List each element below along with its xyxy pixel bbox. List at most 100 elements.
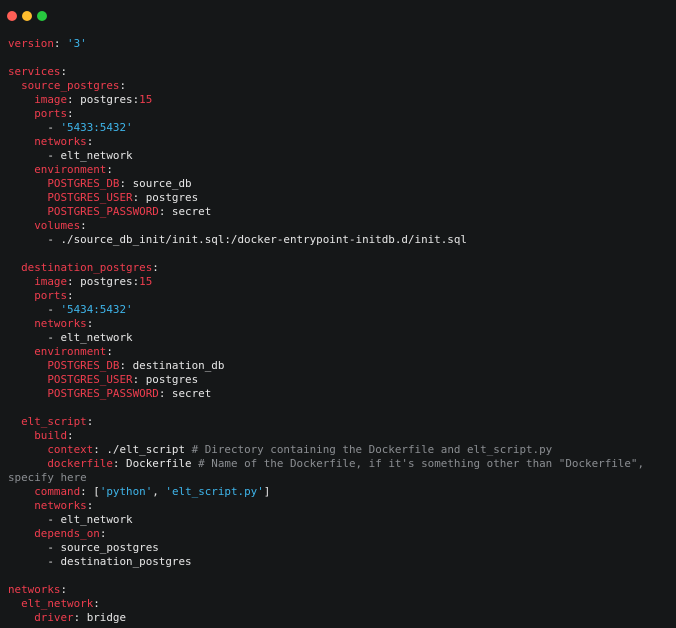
code-token: : postgres [132, 373, 199, 386]
code-token: depends_on [34, 527, 100, 540]
code-token: POSTGRES_PASSWORD [47, 387, 159, 400]
code-token: - ./source_db_init/init.sql:/docker-entr… [8, 233, 467, 246]
code-token: 15 [139, 93, 153, 106]
code-token: POSTGRES_PASSWORD [47, 205, 159, 218]
code-token: - source_postgres [8, 541, 159, 554]
code-token: : destination_db [119, 359, 225, 372]
code-token: : [80, 219, 87, 232]
code-token: : ./elt_script [93, 443, 192, 456]
code-line: environment: [8, 163, 644, 177]
code-line: destination_postgres: [8, 261, 644, 275]
code-token: # Name of the Dockerfile, if it's someth… [198, 457, 645, 470]
code-token: - elt_network [8, 331, 133, 344]
code-token: : [93, 597, 100, 610]
code-line: POSTGRES_DB: source_db [8, 177, 644, 191]
code-line: driver: bridge [8, 611, 644, 625]
code-token: : [67, 429, 74, 442]
code-token: - elt_network [8, 149, 133, 162]
code-token: networks [8, 583, 61, 596]
code-token: environment [34, 163, 107, 176]
close-window-dot-icon[interactable] [7, 11, 17, 21]
code-token: 'python' [99, 485, 153, 498]
code-token: specify here [8, 471, 87, 484]
code-token: : [60, 583, 68, 596]
code-token: : [ [80, 485, 100, 498]
code-line: networks: [8, 583, 644, 597]
code-line: networks: [8, 499, 644, 513]
code-token: : source_db [119, 177, 192, 190]
code-token: dockerfile [47, 457, 113, 470]
code-line: networks: [8, 317, 644, 331]
code-token: environment [34, 345, 107, 358]
code-token: '3' [67, 37, 87, 50]
window-titlebar [0, 0, 676, 30]
code-token: : [67, 289, 74, 302]
code-token: destination_postgres [21, 261, 153, 274]
code-token: 'elt_script.py' [165, 485, 264, 498]
code-token: - [8, 303, 61, 316]
code-line: ports: [8, 289, 644, 303]
code-token: '5434:5432' [60, 303, 133, 316]
code-token: : [119, 79, 127, 92]
code-line: elt_script: [8, 415, 644, 429]
code-token: services [8, 65, 61, 78]
code-token: - [8, 121, 61, 134]
code-line: networks: [8, 135, 644, 149]
code-line: image: postgres:15 [8, 93, 644, 107]
code-line: volumes: [8, 219, 644, 233]
code-token: : secret [158, 387, 212, 400]
code-token: image [34, 93, 68, 106]
code-line: - ./source_db_init/init.sql:/docker-entr… [8, 233, 644, 247]
code-line: ​ [8, 569, 644, 583]
code-line: elt_network: [8, 597, 644, 611]
code-token: POSTGRES_USER [47, 191, 133, 204]
code-token: volumes [34, 219, 81, 232]
code-token: elt_network [21, 597, 94, 610]
code-token: : [86, 499, 94, 512]
code-token: : [67, 107, 74, 120]
code-token: : [60, 65, 68, 78]
code-token: networks [34, 317, 87, 330]
code-line: - '5433:5432' [8, 121, 644, 135]
code-token: : [152, 261, 159, 274]
code-token: : bridge [73, 611, 127, 624]
code-token: : [86, 135, 94, 148]
minimize-window-dot-icon[interactable] [22, 11, 32, 21]
code-line: command: ['python', 'elt_script.py'] [8, 485, 644, 499]
code-token: POSTGRES_USER [47, 373, 133, 386]
code-token: ports [34, 289, 68, 302]
code-token: : postgres [132, 191, 199, 204]
code-line: ​ [8, 247, 644, 261]
code-block: version: '3'​services: source_postgres: … [8, 37, 644, 625]
code-line: - source_postgres [8, 541, 644, 555]
code-line: image: postgres:15 [8, 275, 644, 289]
code-line: environment: [8, 345, 644, 359]
code-token: , [152, 485, 166, 498]
code-line: ​ [8, 51, 644, 65]
code-token: : Dockerfile [112, 457, 199, 470]
code-line: build: [8, 429, 644, 443]
maximize-window-dot-icon[interactable] [37, 11, 47, 21]
